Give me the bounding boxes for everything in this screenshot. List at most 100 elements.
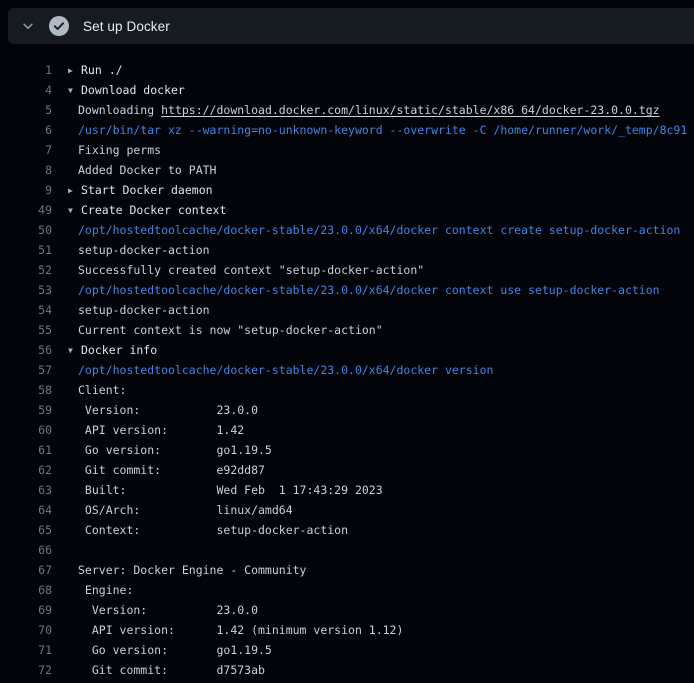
log-group-title[interactable]: ▼Create Docker context [68,200,226,220]
log-text: Added Docker to PATH [68,160,216,180]
log-line: 67 Server: Docker Engine - Community [0,560,694,580]
line-number[interactable]: 66 [0,540,52,560]
log-line: 53/opt/hostedtoolcache/docker-stable/23.… [0,280,694,300]
log-text-span: Create Docker context [81,203,226,217]
log-text-span: API version: 1.42 [78,423,244,437]
log-text: /opt/hostedtoolcache/docker-stable/23.0.… [68,360,493,380]
chevron-down-icon[interactable] [21,19,35,33]
log-group-line: 56 ▼Docker info [0,340,694,360]
log-text-span: Context: setup-docker-action [78,523,348,537]
line-number[interactable]: 60 [0,420,52,440]
line-number[interactable]: 59 [0,400,52,420]
log-text-span: /opt/hostedtoolcache/docker-stable/23.0.… [78,223,680,237]
log-text-span: setup-docker-action [78,243,210,257]
log-text: /usr/bin/tar xz --warning=no-unknown-key… [68,120,687,140]
log-text: Go version: go1.19.5 [68,640,272,660]
line-number[interactable]: 49 [0,200,52,220]
log-line: 57/opt/hostedtoolcache/docker-stable/23.… [0,360,694,380]
log-text-span: Docker info [81,343,157,357]
log-text-span: Run ./ [81,63,123,77]
line-number[interactable]: 65 [0,520,52,540]
line-number[interactable]: 67 [0,560,52,580]
log-group-line: 1 ▶Run ./ [0,60,694,80]
step-title: Set up Docker [83,19,170,34]
log-group-title[interactable]: ▶Run ./ [68,60,123,80]
line-number[interactable]: 6 [0,120,52,140]
log-text-span: Download docker [81,83,185,97]
line-number[interactable]: 58 [0,380,52,400]
log-text-span: Version: 23.0.0 [78,403,258,417]
line-number[interactable]: 56 [0,340,52,360]
line-number[interactable]: 5 [0,100,52,120]
line-number[interactable]: 68 [0,580,52,600]
log-viewer: 1▶Run ./4▼Download docker5Downloading ht… [0,60,694,680]
log-text: Client: [68,380,126,400]
log-text-span: Git commit: d7573ab [78,663,265,677]
log-line: 60 API version: 1.42 [0,420,694,440]
line-number[interactable]: 69 [0,600,52,620]
line-number[interactable]: 50 [0,220,52,240]
line-number[interactable]: 63 [0,480,52,500]
line-number[interactable]: 9 [0,180,52,200]
line-number[interactable]: 4 [0,80,52,100]
line-number[interactable]: 51 [0,240,52,260]
line-number[interactable]: 53 [0,280,52,300]
log-line: 63 Built: Wed Feb 1 17:43:29 2023 [0,480,694,500]
triangle-collapsed-icon: ▶ [68,181,81,201]
log-line: 7Fixing perms [0,140,694,160]
log-text-span: /opt/hostedtoolcache/docker-stable/23.0.… [78,283,660,297]
log-line: 51 setup-docker-action [0,240,694,260]
log-line: 61 Go version: go1.19.5 [0,440,694,460]
line-number[interactable]: 72 [0,660,52,680]
log-group-title[interactable]: ▼Docker info [68,340,157,360]
log-text-span: OS/Arch: linux/amd64 [78,503,293,517]
log-line: 69 Version: 23.0.0 [0,600,694,620]
log-text: Context: setup-docker-action [68,520,348,540]
line-number[interactable]: 71 [0,640,52,660]
log-text-span: Git commit: e92dd87 [78,463,265,477]
line-number[interactable]: 61 [0,440,52,460]
log-text-span: Added Docker to PATH [78,163,216,177]
log-line: 54setup-docker-action [0,300,694,320]
log-line: 64 OS/Arch: linux/amd64 [0,500,694,520]
log-line: 55 Current context is now "setup-docker-a… [0,320,694,340]
log-group-line: 49 ▼Create Docker context [0,200,694,220]
line-number[interactable]: 7 [0,140,52,160]
log-text [68,540,78,560]
line-number[interactable]: 62 [0,460,52,480]
log-line: 52Successfully created context "setup-do… [0,260,694,280]
log-text: Downloading https://download.docker.com/… [68,100,660,120]
log-group-line: 4 ▼Download docker [0,80,694,100]
step-header[interactable]: Set up Docker [8,8,694,44]
log-text-span: Built: Wed Feb 1 17:43:29 2023 [78,483,383,497]
log-text: Version: 23.0.0 [68,400,258,420]
line-number[interactable]: 54 [0,300,52,320]
log-group-line: 9 ▶Start Docker daemon [0,180,694,200]
log-text-span: API version: 1.42 (minimum version 1.12) [78,623,403,637]
line-number[interactable]: 70 [0,620,52,640]
line-number[interactable]: 1 [0,60,52,80]
log-text: API version: 1.42 (minimum version 1.12) [68,620,403,640]
log-text-span: Client: [78,383,126,397]
log-text-span: Start Docker daemon [81,183,213,197]
log-text: Server: Docker Engine - Community [68,560,306,580]
log-text: Built: Wed Feb 1 17:43:29 2023 [68,480,383,500]
log-line: 58 Client: [0,380,694,400]
line-number[interactable]: 55 [0,320,52,340]
log-text: Version: 23.0.0 [68,600,258,620]
line-number[interactable]: 57 [0,360,52,380]
line-number[interactable]: 64 [0,500,52,520]
log-text-span: Engine: [78,583,133,597]
log-line: 6/usr/bin/tar xz --warning=no-unknown-ke… [0,120,694,140]
line-number[interactable]: 8 [0,160,52,180]
log-link[interactable]: https://download.docker.com/linux/static… [161,103,660,117]
log-text-span: Downloading [78,103,161,117]
log-text-span: /opt/hostedtoolcache/docker-stable/23.0.… [78,363,493,377]
success-check-icon [49,16,69,36]
line-number[interactable]: 52 [0,260,52,280]
triangle-collapsed-icon: ▶ [68,61,81,81]
log-text: Current context is now "setup-docker-act… [68,320,383,340]
log-group-title[interactable]: ▼Download docker [68,80,185,100]
log-group-title[interactable]: ▶Start Docker daemon [68,180,213,200]
log-line: 66 [0,540,694,560]
